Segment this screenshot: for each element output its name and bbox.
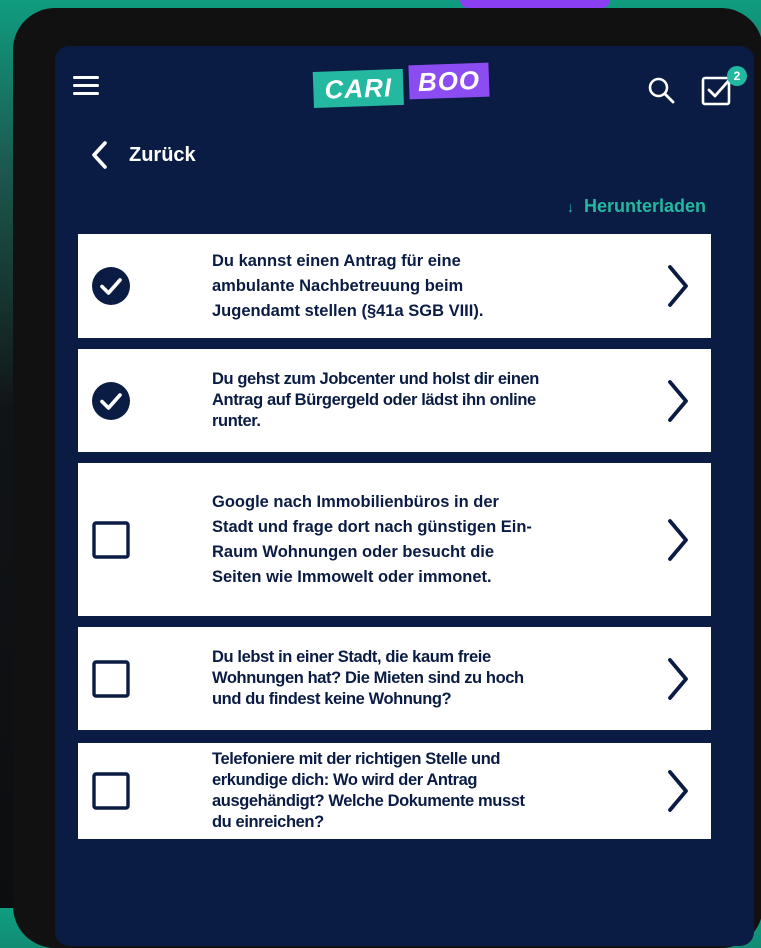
download-button[interactable]: ↓ Herunterladen [567,196,706,217]
chevron-right-icon[interactable] [665,768,691,814]
checked-circle-icon[interactable] [92,381,130,420]
app-screen: CARI BOO 2 Zurück ↓ Herunterladen Du kan… [55,46,754,946]
chevron-right-icon[interactable] [665,378,691,424]
chevron-right-icon[interactable] [665,517,691,563]
unchecked-box-icon[interactable] [92,520,130,559]
unchecked-box-icon[interactable] [92,659,130,698]
chevron-left-icon [92,141,107,169]
tablet-frame: CARI BOO 2 Zurück ↓ Herunterladen Du kan… [13,8,761,948]
download-arrow-icon: ↓ [566,198,574,215]
download-label: Herunterladen [583,196,706,216]
back-label: Zurück [129,143,196,166]
task-item[interactable]: Du lebst in einer Stadt, die kaum freie … [78,627,711,730]
search-icon[interactable] [647,76,675,104]
back-button[interactable]: Zurück [89,138,196,172]
task-item[interactable]: Google nach Immobilienbüros in der Stadt… [78,463,711,616]
task-text: Du kannst einen Antrag für eine ambulant… [212,251,484,320]
task-text: Telefoniere mit der richtigen Stelle und… [212,750,525,831]
task-item[interactable]: Du kannst einen Antrag für eine ambulant… [78,234,711,338]
menu-icon[interactable] [73,76,99,96]
checked-circle-icon[interactable] [92,267,130,305]
notification-badge: 2 [727,66,747,86]
task-item[interactable]: Telefoniere mit der richtigen Stelle und… [78,743,711,839]
logo-part-cari: CARI [312,68,404,108]
task-text: Google nach Immobilienbüros in der Stadt… [212,492,532,586]
cariboo-logo: CARI BOO [312,62,494,112]
task-text: Du gehst zum Jobcenter und holst dir ein… [212,370,539,430]
logo-part-boo: BOO [408,62,490,100]
unchecked-box-icon[interactable] [92,772,130,810]
task-item[interactable]: Du gehst zum Jobcenter und holst dir ein… [78,349,711,452]
chevron-right-icon[interactable] [665,656,691,702]
chevron-right-icon[interactable] [665,263,691,309]
device-top-accent [460,0,610,8]
task-text: Du lebst in einer Stadt, die kaum freie … [212,648,524,708]
